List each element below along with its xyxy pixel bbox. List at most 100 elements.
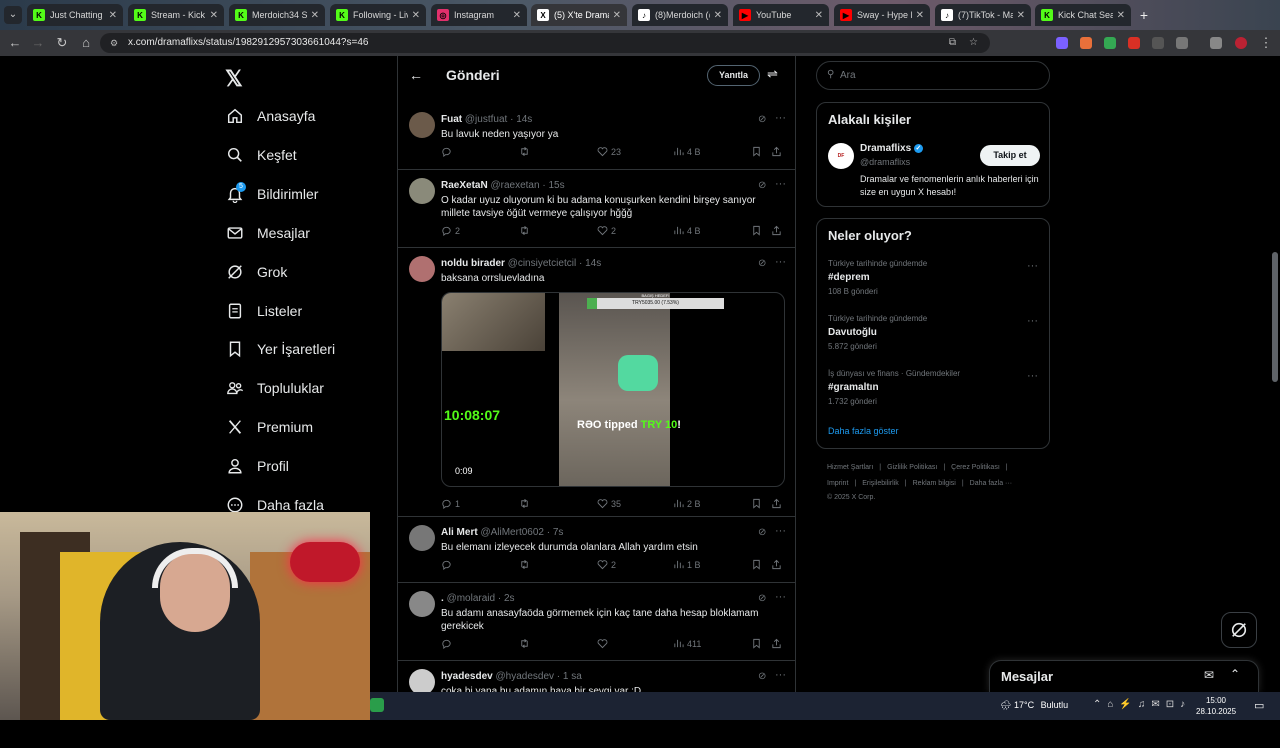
bookmark-button[interactable] — [751, 146, 765, 157]
sidebar-item-8[interactable]: Premium — [226, 412, 313, 442]
tab-search-button[interactable]: ⌄ — [4, 6, 22, 24]
install-icon[interactable]: ⧉ — [949, 33, 956, 53]
notification-center-icon[interactable]: ▭ — [1254, 699, 1264, 712]
like-button[interactable]: 2 — [597, 225, 616, 236]
search-box[interactable]: ⚲ Ara — [816, 61, 1050, 90]
repost-button[interactable] — [519, 225, 533, 236]
footer-link[interactable]: Daha fazla ··· — [970, 480, 1012, 487]
views-count[interactable]: 4 B — [673, 225, 701, 236]
extension-icon[interactable] — [1152, 37, 1164, 49]
page-scrollbar[interactable] — [1270, 112, 1280, 748]
x-logo[interactable]: 𝕏 — [225, 66, 243, 92]
tweet-media[interactable]: BAGIŞ HEDEFİ TRY5035.00 (7.53%) 10:08:07 RƏ… — [441, 292, 785, 487]
sidebar-item-6[interactable]: Yer İşaretleri — [226, 334, 335, 364]
clock[interactable]: 15:00 28.10.2025 — [1196, 695, 1236, 717]
tray-icons[interactable]: ⌃⌂⚡♫✉⊡♪ — [1093, 699, 1191, 710]
more-options-icon[interactable]: ··· — [775, 669, 786, 681]
avatar[interactable] — [409, 256, 435, 282]
tweet-author[interactable]: noldu birader @cinsiyetcietcil · 14s — [441, 258, 601, 269]
share-button[interactable] — [771, 638, 785, 649]
reply-tweet[interactable]: Fuat @justfuat · 14s ⊘ ··· Bu lavuk neden y… — [398, 104, 795, 170]
home-browser-icon[interactable]: ⌂ — [78, 35, 94, 51]
trend-item[interactable]: Türkiye tarihinde gündemde #deprem 108 B g… — [817, 259, 1049, 309]
views-count[interactable]: 1 B — [673, 559, 701, 570]
reply-button[interactable] — [441, 146, 455, 157]
repost-button[interactable] — [519, 498, 533, 509]
browser-tab[interactable]: K Just Chatting ✕ — [27, 4, 123, 26]
grok-explain-icon[interactable]: ⊘ — [758, 114, 766, 125]
trend-more-icon[interactable]: ··· — [1027, 260, 1038, 272]
share-button[interactable] — [771, 225, 785, 236]
trend-more-icon[interactable]: ··· — [1027, 315, 1038, 327]
repost-button[interactable] — [519, 146, 533, 157]
avatar[interactable] — [409, 591, 435, 617]
new-message-icon[interactable]: ✉ — [1204, 668, 1214, 682]
reply-tweet[interactable]: . @molaraid · 2s ⊘ ··· Bu adamı anasayfaöda… — [398, 583, 795, 661]
tweet-author[interactable]: Ali Mert @AliMert0602 · 7s — [441, 527, 563, 538]
grok-explain-icon[interactable]: ⊘ — [758, 180, 766, 191]
browser-tab[interactable]: ▶ Sway - Hype B ✕ — [834, 4, 930, 26]
repost-button[interactable] — [519, 559, 533, 570]
footer-link[interactable]: Gizlilik Politikası — [887, 464, 937, 471]
browser-tab[interactable]: K Kick Chat Sear ✕ — [1035, 4, 1131, 26]
sidebar-item-4[interactable]: Grok — [226, 257, 287, 287]
bookmark-button[interactable] — [751, 638, 765, 649]
browser-tab[interactable]: K Stream - Kick ✕ — [128, 4, 224, 26]
avatar[interactable] — [409, 669, 435, 692]
reply-button[interactable] — [441, 638, 455, 649]
taskbar-app-icon[interactable] — [370, 698, 384, 712]
forward-icon[interactable]: → — [30, 35, 46, 51]
tab-close-icon[interactable]: ✕ — [916, 10, 924, 21]
tab-close-icon[interactable]: ✕ — [210, 10, 218, 21]
like-button[interactable]: 23 — [597, 146, 621, 157]
reply-tweet[interactable]: Ali Mert @AliMert0602 · 7s ⊘ ··· Bu elemanı… — [398, 517, 795, 583]
more-options-icon[interactable]: ··· — [775, 591, 786, 603]
browser-tab[interactable]: X (5) X'te Drama ✕ — [531, 4, 627, 26]
sidebar-item-5[interactable]: Listeler — [226, 296, 302, 326]
grok-explain-icon[interactable]: ⊘ — [758, 671, 766, 682]
grok-explain-icon[interactable]: ⊘ — [758, 593, 766, 604]
tab-close-icon[interactable]: ✕ — [311, 10, 319, 21]
avatar[interactable] — [409, 112, 435, 138]
sidebar-item-3[interactable]: Mesajlar — [226, 218, 310, 248]
filter-icon[interactable]: ⇌ — [767, 66, 778, 82]
new-tab-button[interactable]: + — [1135, 6, 1153, 24]
profile-avatar[interactable] — [1235, 37, 1247, 49]
views-count[interactable]: 4 B — [673, 146, 701, 157]
more-options-icon[interactable]: ··· — [775, 112, 786, 124]
like-button[interactable]: 35 — [597, 498, 621, 509]
grok-float-button[interactable] — [1221, 612, 1257, 648]
more-options-icon[interactable]: ··· — [775, 525, 786, 537]
tab-close-icon[interactable]: ✕ — [513, 10, 521, 21]
reply-tweet[interactable]: hyadesdev @hyadesdev · 1 sa ⊘ ··· çoka bi y… — [398, 661, 795, 692]
bookmark-button[interactable] — [751, 498, 765, 509]
browser-tab[interactable]: ♪ (7)TikTok - Ma ✕ — [935, 4, 1031, 26]
more-options-icon[interactable]: ··· — [775, 178, 786, 190]
tab-close-icon[interactable]: ✕ — [1117, 10, 1125, 21]
grok-explain-icon[interactable]: ⊘ — [758, 258, 766, 269]
share-button[interactable] — [771, 498, 785, 509]
bookmark-button[interactable] — [751, 559, 765, 570]
extension-icon[interactable] — [1056, 37, 1068, 49]
share-button[interactable] — [771, 559, 785, 570]
footer-link[interactable]: Reklam bilgisi — [913, 480, 956, 487]
reply-tweet[interactable]: noldu birader @cinsiyetcietcil · 14s ⊘ ···… — [398, 248, 795, 517]
share-button[interactable] — [771, 146, 785, 157]
views-count[interactable]: 411 — [673, 638, 701, 649]
repost-button[interactable] — [519, 638, 533, 649]
extension-icon[interactable] — [1104, 37, 1116, 49]
reply-button[interactable]: 1 — [441, 498, 460, 509]
trend-item[interactable]: İş dünyası ve finans · Gündemdekiler #gra… — [817, 369, 1049, 419]
extensions-puzzle-icon[interactable] — [1176, 37, 1188, 49]
back-icon[interactable]: ← — [7, 35, 23, 51]
browser-tab[interactable]: ▶ YouTube ✕ — [733, 4, 829, 26]
messages-drawer[interactable]: Mesajlar ✉ ⌃ — [989, 660, 1259, 692]
browser-tab[interactable]: K Merdoich34 St ✕ — [229, 4, 325, 26]
back-arrow-icon[interactable]: ← — [409, 67, 423, 83]
avatar[interactable] — [409, 178, 435, 204]
browser-menu-icon[interactable]: ⋮ — [1258, 35, 1274, 51]
footer-link[interactable]: Erişilebilirlik — [862, 480, 899, 487]
reply-tweet[interactable]: RaeXetaN @raexetan · 15s ⊘ ··· O kadar uyuz… — [398, 170, 795, 248]
bookmark-button[interactable] — [751, 225, 765, 236]
tab-close-icon[interactable]: ✕ — [815, 10, 823, 21]
